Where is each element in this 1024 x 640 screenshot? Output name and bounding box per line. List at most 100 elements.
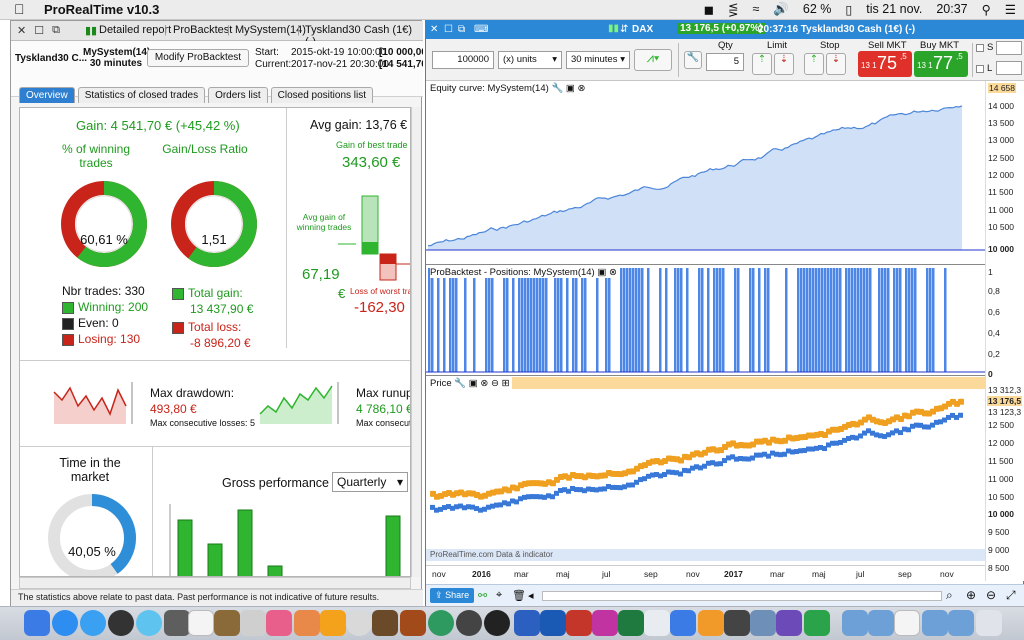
- finder-icon[interactable]: [24, 610, 50, 636]
- tab-orders-list[interactable]: Orders list: [208, 87, 268, 103]
- dropbox-icon[interactable]: ◼: [704, 2, 714, 17]
- app-store-icon[interactable]: [52, 610, 78, 636]
- wifi-icon[interactable]: ≈: [752, 2, 759, 17]
- report-vertical-scrollbar[interactable]: [411, 107, 421, 577]
- back-icon[interactable]: ◂: [528, 589, 534, 602]
- trash-icon[interactable]: [976, 610, 1002, 636]
- keyboard-icon[interactable]: ⌨: [474, 24, 488, 35]
- screenshots-folder-icon[interactable]: [948, 610, 974, 636]
- qty-input[interactable]: 5: [706, 53, 744, 71]
- modify-probacktest-button[interactable]: Modify ProBacktest: [147, 49, 249, 67]
- dvd-player-icon[interactable]: [456, 610, 482, 636]
- window-icon[interactable]: ▣: [469, 378, 478, 389]
- search-icon[interactable]: ⚲: [982, 2, 991, 17]
- window-icon[interactable]: ▣: [597, 267, 606, 278]
- window-icon[interactable]: ☐: [444, 24, 453, 35]
- tab-closed-positions[interactable]: Closed positions list: [270, 87, 374, 103]
- documents-folder-icon[interactable]: [868, 610, 894, 636]
- app-name[interactable]: ProRealTime v10.3: [44, 2, 159, 17]
- zoom-in-icon[interactable]: ⊕: [966, 588, 976, 602]
- menubar-date[interactable]: tis 21 nov.: [866, 2, 922, 17]
- time-axis[interactable]: nov 2016 mar maj jul sep nov 2017 mar ma…: [426, 565, 985, 583]
- file-icon[interactable]: [894, 610, 920, 636]
- sort-icon[interactable]: ⇵: [620, 24, 628, 35]
- limit-buy-button[interactable]: ⇡: [752, 53, 772, 75]
- tab-mysystem[interactable]: MySystem(14): [235, 24, 306, 36]
- music-icon[interactable]: [266, 610, 292, 636]
- downloads-folder-icon[interactable]: [922, 610, 948, 636]
- safari-icon[interactable]: [80, 610, 106, 636]
- tab-detailed-report[interactable]: Detailed report: [99, 24, 171, 36]
- gross-perf-select[interactable]: Quarterly ▾: [332, 472, 408, 492]
- vlc-icon[interactable]: [320, 610, 346, 636]
- zoom-rect-icon[interactable]: ⌕: [946, 588, 953, 603]
- close-icon[interactable]: ⊗: [609, 267, 617, 278]
- copy-icon[interactable]: ⧉: [458, 24, 465, 35]
- l-input[interactable]: [996, 61, 1022, 75]
- messages-icon[interactable]: [136, 610, 162, 636]
- dashboard-icon[interactable]: [108, 610, 134, 636]
- contacts-icon[interactable]: [164, 610, 190, 636]
- books-icon[interactable]: [294, 610, 320, 636]
- sell-mkt-button[interactable]: 13 1 75 ,5: [858, 51, 912, 77]
- garageband-icon[interactable]: [400, 610, 426, 636]
- photos-icon[interactable]: [346, 610, 372, 636]
- buy-mkt-button[interactable]: 13 1 77 ,5: [914, 51, 968, 77]
- link-icon[interactable]: ⚯: [478, 589, 487, 602]
- volume-icon[interactable]: 🔊: [773, 2, 789, 17]
- chart-scrollbar[interactable]: [542, 591, 942, 601]
- battery-level[interactable]: 62 %: [803, 2, 832, 17]
- activity-monitor-icon[interactable]: [644, 610, 670, 636]
- preview-icon[interactable]: [750, 610, 776, 636]
- units-select[interactable]: (x) units ▾: [498, 51, 562, 69]
- units-input[interactable]: 100000: [432, 51, 494, 69]
- close-icon[interactable]: ✕: [17, 24, 26, 37]
- wrench-icon[interactable]: 🔧: [454, 378, 466, 389]
- window-icon[interactable]: ☐: [34, 24, 44, 37]
- s-checkbox[interactable]: [976, 44, 984, 52]
- price-axis[interactable]: 14 658 14 000 13 500 13 000 12 500 12 00…: [985, 81, 1024, 581]
- system-prefs-icon[interactable]: [670, 610, 696, 636]
- menubar-time[interactable]: 20:37: [936, 2, 967, 17]
- tab-probacktest[interactable]: ProBacktest: [173, 24, 232, 36]
- trash-icon[interactable]: 🗑: [512, 589, 526, 602]
- applications-folder-icon[interactable]: [842, 610, 868, 636]
- prorealtime-icon[interactable]: [698, 610, 724, 636]
- powerpoint-icon[interactable]: [566, 610, 592, 636]
- terminal-icon[interactable]: [724, 610, 750, 636]
- excel-icon[interactable]: [618, 610, 644, 636]
- add-indicator-icon[interactable]: ⊞: [502, 378, 510, 389]
- tab-overview[interactable]: Overview: [19, 87, 75, 103]
- market-name[interactable]: DAX: [632, 24, 653, 35]
- pointer-icon[interactable]: ⌖: [496, 589, 502, 602]
- stop-buy-button[interactable]: ⇡: [804, 53, 824, 75]
- share-button[interactable]: ⇪ Share: [430, 588, 475, 603]
- menu-list-icon[interactable]: ☰: [1005, 2, 1016, 17]
- fullscreen-icon[interactable]: ⤢: [1006, 588, 1016, 603]
- chart-style-button[interactable]: ⩘▾: [634, 49, 672, 71]
- time-machine-icon[interactable]: [428, 610, 454, 636]
- imovie-icon[interactable]: [372, 610, 398, 636]
- limit-sell-button[interactable]: ⇣: [774, 53, 794, 75]
- minimize-icon[interactable]: ⊖: [491, 378, 499, 389]
- stock-icon[interactable]: [214, 610, 240, 636]
- word-icon[interactable]: [540, 610, 566, 636]
- copy-icon[interactable]: ⧉: [52, 24, 60, 37]
- wrench-icon[interactable]: 🔧: [684, 51, 702, 69]
- close-icon[interactable]: ⊗: [480, 378, 488, 389]
- zoom-out-icon[interactable]: ⊖: [986, 588, 996, 602]
- bluetooth-icon[interactable]: ⋚: [728, 2, 738, 17]
- c-app-icon[interactable]: [592, 610, 618, 636]
- report-horizontal-scrollbar[interactable]: [19, 577, 411, 589]
- close-icon[interactable]: ✕: [430, 24, 438, 35]
- quicktime-icon[interactable]: [484, 610, 510, 636]
- tab-statistics[interactable]: Statistics of closed trades: [77, 87, 206, 103]
- l-checkbox[interactable]: [976, 65, 984, 73]
- utility-icon[interactable]: [776, 610, 802, 636]
- calendar-icon[interactable]: [188, 610, 214, 636]
- mail-icon[interactable]: [240, 610, 266, 636]
- flow-icon[interactable]: [514, 610, 540, 636]
- apple-icon[interactable]: : [14, 1, 25, 17]
- stop-sell-button[interactable]: ⇣: [826, 53, 846, 75]
- timeframe-select[interactable]: 30 minutes ▾: [566, 51, 630, 69]
